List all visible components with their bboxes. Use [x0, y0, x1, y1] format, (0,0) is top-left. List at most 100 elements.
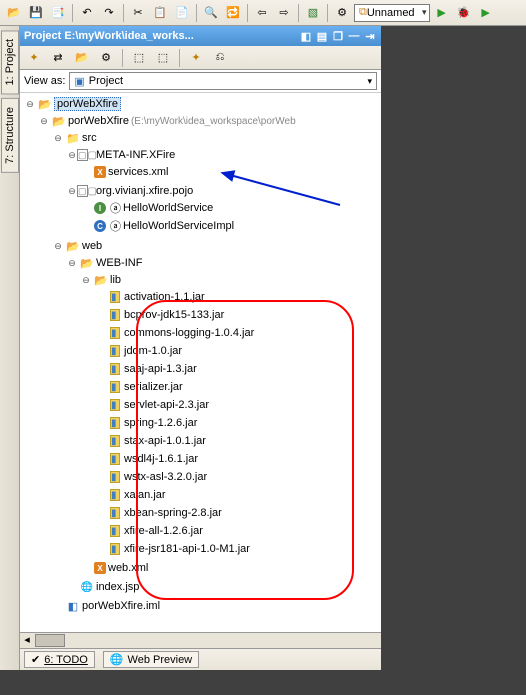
undo-icon[interactable]: ↶	[77, 3, 97, 23]
twisty-icon[interactable]: ⊖	[24, 98, 36, 110]
sidebar-tab-structure[interactable]: 7: Structure	[1, 98, 19, 173]
settings-icon[interactable]: ⚙	[332, 3, 352, 23]
view-as-label: View as:	[24, 75, 65, 87]
tree-webxml[interactable]: web.xml	[108, 562, 148, 574]
package-icon: ▢	[80, 148, 94, 162]
jar-file-icon	[108, 452, 122, 466]
tree-src[interactable]: src	[82, 132, 97, 144]
tab-todo[interactable]: ✔6: TODO	[24, 651, 95, 668]
folder-icon	[66, 239, 80, 253]
redo-icon[interactable]: ↷	[99, 3, 119, 23]
editor-empty-area	[381, 26, 526, 670]
xml-file-icon	[94, 166, 106, 178]
saveall-icon[interactable]: 📑	[48, 3, 68, 23]
tree-jar[interactable]: xbean-spring-2.8.jar	[124, 507, 222, 519]
package-icon: ▢	[80, 184, 94, 198]
tree-pkg[interactable]: org.vivianj.xfire.pojo	[96, 185, 193, 197]
twisty-icon[interactable]: ⊖	[66, 257, 78, 269]
run2-icon[interactable]: ▶	[476, 3, 496, 23]
tree-metainf[interactable]: META-INF.XFire	[96, 149, 175, 161]
view-as-dropdown[interactable]: ▣ Project	[69, 72, 377, 90]
main-toolbar: 📂 💾 📑 ↶ ↷ ✂ 📋 📄 🔍 🔁 ⇦ ⇨ ▧ ⚙ ⧉ Unnamed ▶ …	[0, 0, 526, 26]
jar-file-icon	[108, 326, 122, 340]
pt-icon-8[interactable]: ⎌	[210, 48, 230, 68]
save-icon[interactable]: 💾	[26, 3, 46, 23]
twisty-icon[interactable]: ⊖	[52, 132, 64, 144]
xml-file-icon	[94, 562, 106, 574]
tree-services-xml[interactable]: services.xml	[108, 166, 169, 178]
tree-iml[interactable]: porWebXfire.iml	[82, 600, 160, 612]
tree-jar[interactable]: bcprov-jdk15-133.jar	[124, 309, 224, 321]
tree-jar[interactable]: wstx-asl-3.2.0.jar	[124, 471, 207, 483]
tab-web-preview[interactable]: 🌐Web Preview	[103, 651, 199, 668]
tree-webinf[interactable]: WEB-INF	[96, 257, 142, 269]
tree-jar[interactable]: commons-logging-1.0.4.jar	[124, 327, 254, 339]
find-icon[interactable]: 🔍	[201, 3, 221, 23]
tree-impl[interactable]: HelloWorldServiceImpl	[123, 220, 234, 232]
tree-jar[interactable]: stax-api-1.0.1.jar	[124, 435, 206, 447]
jar-file-icon	[108, 308, 122, 322]
tree-root[interactable]: porWebXfire	[54, 97, 121, 111]
tree-jar[interactable]: jdom-1.0.jar	[124, 345, 182, 357]
open-icon[interactable]: 📂	[4, 3, 24, 23]
view-as-row: View as: ▣ Project	[20, 70, 381, 93]
tree-iface[interactable]: HelloWorldService	[123, 202, 213, 214]
bottom-toolbar: ✔6: TODO 🌐Web Preview	[20, 648, 381, 670]
jar-file-icon	[108, 380, 122, 394]
tree-jar[interactable]: servlet-api-2.3.jar	[124, 399, 209, 411]
pt-icon-7[interactable]: ✦	[186, 48, 206, 68]
jar-file-icon	[108, 398, 122, 412]
iml-file-icon	[66, 599, 80, 613]
pt-icon-2[interactable]: ⇄	[48, 48, 68, 68]
paste-icon[interactable]: 📄	[172, 3, 192, 23]
tree-jar[interactable]: serializer.jar	[124, 381, 183, 393]
pt-icon-3[interactable]: 📂	[72, 48, 92, 68]
twisty-icon[interactable]: ⊖	[38, 115, 50, 127]
left-sidebar: 1: Project 7: Structure	[0, 26, 20, 670]
tree-jar[interactable]: spring-1.2.6.jar	[124, 417, 197, 429]
replace-icon[interactable]: 🔁	[223, 3, 243, 23]
tree-indexjsp[interactable]: index.jsp	[96, 581, 139, 593]
copy-icon[interactable]: 📋	[150, 3, 170, 23]
pt-icon-5[interactable]: ⬚	[129, 48, 149, 68]
tree-jar[interactable]: xfire-jsr181-api-1.0-M1.jar	[124, 543, 250, 555]
pt-icon-4[interactable]: ⚙	[96, 48, 116, 68]
pt-icon-6[interactable]: ⬚	[153, 48, 173, 68]
project-tree[interactable]: ⊖porWebXfire ⊖porWebXfire (E:\myWork\ide…	[20, 93, 381, 632]
tree-jar[interactable]: xalan.jar	[124, 489, 166, 501]
twisty-icon[interactable]: ⊖	[80, 274, 92, 286]
header-min-icon[interactable]: —	[347, 29, 361, 43]
horizontal-scrollbar[interactable]: ◂	[20, 632, 381, 648]
jar-file-icon	[108, 362, 122, 376]
module-icon	[38, 97, 52, 111]
folder-icon	[94, 273, 108, 287]
run-icon[interactable]: ▶	[432, 3, 452, 23]
header-dock-icon[interactable]: ⇥	[363, 29, 377, 43]
tree-web[interactable]: web	[82, 240, 102, 252]
jar-file-icon	[108, 290, 122, 304]
debug-icon[interactable]: 🐞	[454, 3, 474, 23]
tree-jar[interactable]: activation-1.1.jar	[124, 291, 205, 303]
forward-icon[interactable]: ⇨	[274, 3, 294, 23]
tree-jar[interactable]: saaj-api-1.3.jar	[124, 363, 197, 375]
pt-icon-1[interactable]: ✦	[24, 48, 44, 68]
build-icon[interactable]: ▧	[303, 3, 323, 23]
twisty-icon[interactable]: ⊖	[52, 240, 64, 252]
tree-jar[interactable]: xfire-all-1.2.6.jar	[124, 525, 203, 537]
run-config-dropdown[interactable]: ⧉ Unnamed	[354, 4, 430, 22]
header-float-icon[interactable]: ❐	[331, 29, 345, 43]
sidebar-tab-project[interactable]: 1: Project	[1, 30, 19, 94]
tree-module[interactable]: porWebXfire	[68, 115, 129, 127]
tree-lib[interactable]: lib	[110, 274, 121, 286]
jar-file-icon	[108, 434, 122, 448]
tree-jar[interactable]: wsdl4j-1.6.1.jar	[124, 453, 198, 465]
jar-file-icon	[108, 488, 122, 502]
jar-file-icon	[108, 542, 122, 556]
header-left-icon[interactable]: ◧	[299, 29, 313, 43]
jsp-file-icon	[80, 580, 94, 594]
jar-file-icon	[108, 416, 122, 430]
cut-icon[interactable]: ✂	[128, 3, 148, 23]
run-config-label: Unnamed	[367, 7, 415, 19]
header-mid-icon[interactable]: ▤	[315, 29, 329, 43]
back-icon[interactable]: ⇦	[252, 3, 272, 23]
